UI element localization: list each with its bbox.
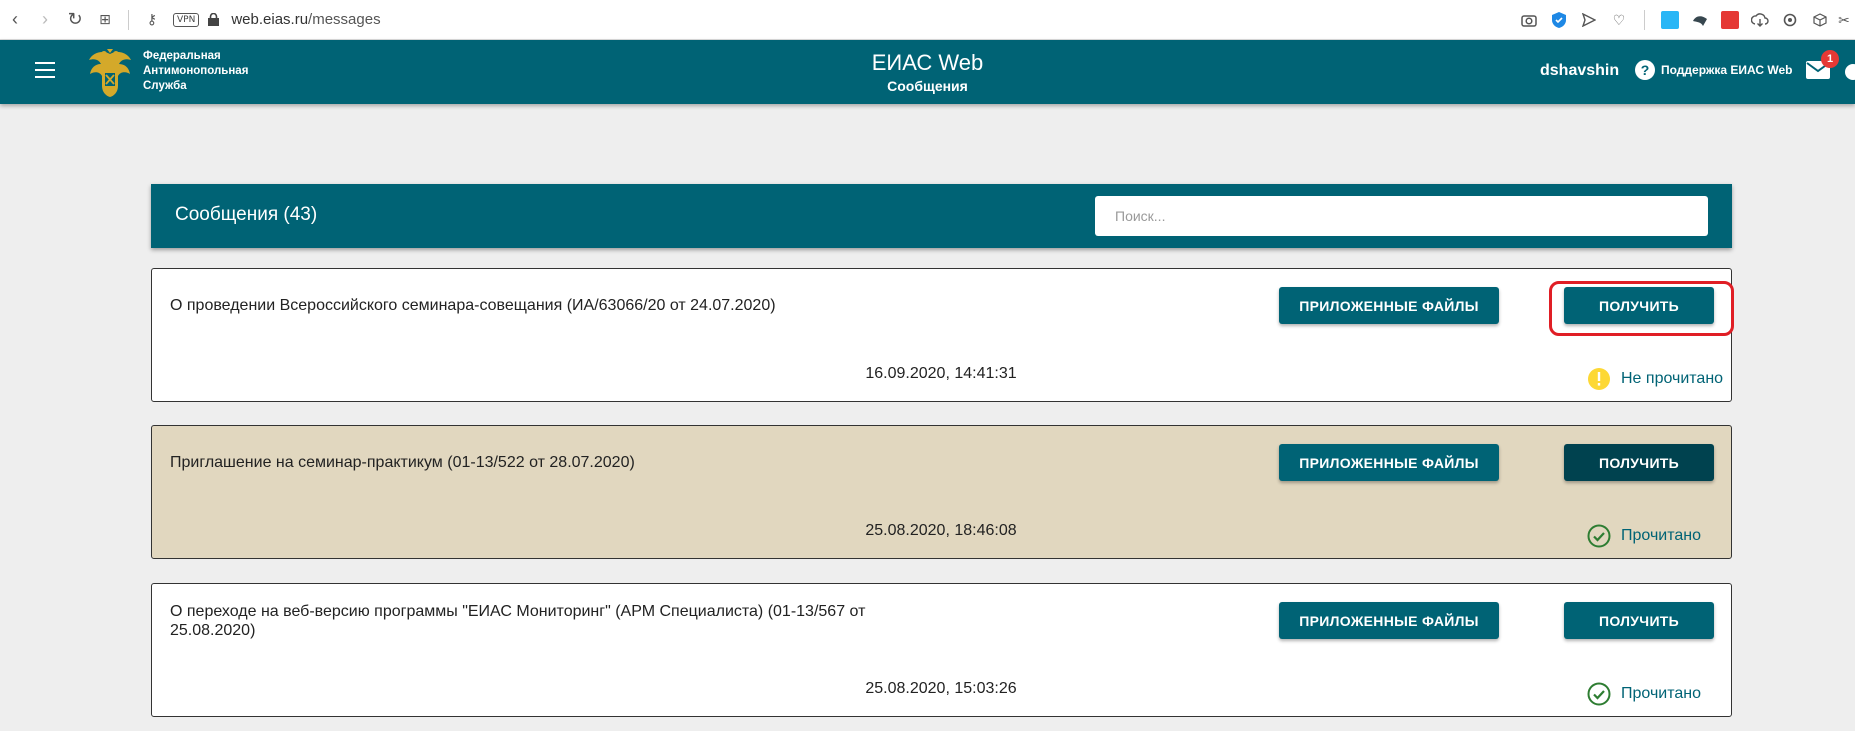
pen-extension-icon[interactable] [1717,7,1743,33]
page-subtitle: Сообщения [887,78,968,94]
search-input[interactable] [1095,196,1708,236]
forward-icon[interactable]: › [30,5,60,35]
message-title: Приглашение на семинар-практикум (01-13/… [170,454,635,471]
url-host: web.eias.ru [231,11,309,28]
status-label: Прочитано [1621,527,1701,544]
attached-files-button[interactable]: ПРИЛОЖЕННЫЕ ФАЙЛЫ [1279,444,1499,481]
message-status: Прочитано [1587,524,1701,548]
message-date: 25.08.2020, 18:46:08 [865,522,1017,539]
key-icon[interactable]: ⚷ [137,5,167,35]
status-label: Не прочитано [1621,370,1724,387]
message-card: О проведении Всероссийского семинара-сов… [151,268,1732,402]
url-path: /messages [308,11,381,28]
code-extension-icon[interactable] [1657,7,1683,33]
back-icon[interactable]: ‹ [0,5,30,35]
messages-panel-header: Сообщения (43) [151,184,1732,248]
messages-title: Сообщения (43) [175,204,318,225]
toolbar-divider [128,9,129,30]
shield-check-icon[interactable] [1546,7,1572,33]
address-bar[interactable]: web.eias.ru/messages [231,11,380,28]
attached-files-button[interactable]: ПРИЛОЖЕННЫЕ ФАЙЛЫ [1279,287,1499,324]
message-card: О переходе на веб-версию программы "ЕИАС… [151,583,1732,717]
app-header: Федеральная Антимонопольная Служба ЕИАС … [0,40,1855,104]
reload-icon[interactable]: ↻ [60,5,90,35]
cloud-download-icon[interactable] [1747,7,1773,33]
notification-badge: 1 [1821,50,1839,68]
vpn-badge[interactable]: VPN [173,12,200,27]
check-circle-icon [1587,524,1611,548]
status-label: Прочитано [1621,685,1701,702]
camera-icon[interactable] [1516,7,1542,33]
message-status: Прочитано [1587,682,1701,706]
cube-icon[interactable] [1807,7,1833,33]
heart-icon[interactable]: ♡ [1606,7,1632,33]
warning-icon [1588,368,1610,390]
sync-icon[interactable] [1777,7,1803,33]
message-card: Приглашение на семинар-практикум (01-13/… [151,425,1732,559]
support-label: Поддержка ЕИАС Web [1661,63,1793,77]
check-circle-icon [1587,682,1611,706]
account-icon[interactable] [1845,64,1855,80]
help-icon: ? [1635,60,1655,80]
send-icon[interactable] [1576,7,1602,33]
browser-extensions: ♡ ✂ [1516,0,1855,40]
highlight-annotation [1549,281,1734,336]
tabs-grid-icon[interactable]: ⊞ [90,5,120,35]
get-button[interactable]: ПОЛУЧИТЬ [1564,444,1714,481]
message-status: Не прочитано [1587,367,1723,391]
extensions-divider [1644,10,1645,30]
support-link[interactable]: ? Поддержка ЕИАС Web [1635,60,1793,80]
message-title: О проведении Всероссийского семинара-сов… [170,297,776,314]
get-button[interactable]: ПОЛУЧИТЬ [1564,602,1714,639]
browser-toolbar: ‹ › ↻ ⊞ ⚷ VPN web.eias.ru/messages ♡ ✂ [0,0,1855,40]
lock-icon[interactable] [205,5,221,35]
scissors-icon[interactable]: ✂ [1837,7,1851,33]
message-date: 25.08.2020, 15:03:26 [865,680,1017,697]
attached-files-button[interactable]: ПРИЛОЖЕННЫЕ ФАЙЛЫ [1279,602,1499,639]
message-title: О переходе на веб-версию программы "ЕИАС… [170,603,866,639]
flag-extension-icon[interactable] [1687,7,1713,33]
message-date: 16.09.2020, 14:41:31 [865,365,1017,382]
user-name[interactable]: dshavshin [1540,62,1619,80]
